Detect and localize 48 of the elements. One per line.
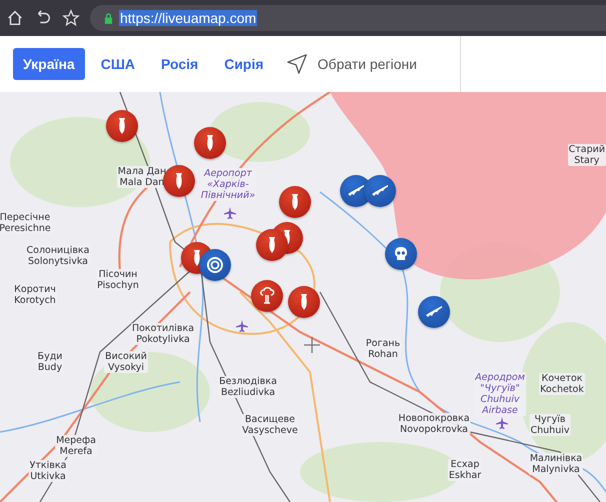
home-icon[interactable] <box>6 9 24 27</box>
place-label: Мерефа Merefa <box>55 435 97 457</box>
place-label: Кочеток Kochetok <box>539 373 585 395</box>
rifle-marker[interactable] <box>364 175 396 207</box>
place-label: Рогань Rohan <box>364 338 402 360</box>
place-label: Безлюдівка Bezliudivka <box>218 376 278 398</box>
place-label: Пересічне Peresichne <box>0 212 52 234</box>
place-label: Чугуїв Chuhuiv <box>530 414 570 436</box>
airport-label: Аеродром "Чугуїв" Chuhuiv Airbase <box>474 372 526 416</box>
place-label: Новопокровка Novopokrovka <box>397 413 471 435</box>
region-tab[interactable]: Сирія <box>214 48 274 80</box>
place-label: Високий Vysokyi <box>104 351 148 373</box>
place-label: Утківка Utkivka <box>28 460 68 482</box>
bomb-marker[interactable] <box>279 186 311 218</box>
place-label: Старий Stary <box>568 144 606 166</box>
airplane-icon <box>224 207 236 219</box>
star-icon[interactable] <box>62 9 80 27</box>
lock-icon <box>104 12 113 24</box>
url-text: https://liveuamap.com <box>119 10 258 26</box>
explosion-icon <box>257 286 277 306</box>
airplane-icon <box>236 320 248 332</box>
place-label: Есхар Eskhar <box>448 459 482 481</box>
bomb-marker[interactable] <box>256 229 288 261</box>
airport-label: Аеропорт «Харків- Північний» <box>200 168 256 201</box>
region-tab[interactable]: США <box>90 48 145 80</box>
place-label: Покотилівка Pokotylivka <box>130 323 196 345</box>
region-tab[interactable]: Україна <box>13 48 85 80</box>
airplane-icon <box>496 417 508 429</box>
region-tab[interactable]: Росія <box>151 48 208 80</box>
place-label: Пісочин Pisochyn <box>96 269 140 291</box>
place-label: Васищеве Vasyscheve <box>241 414 299 436</box>
explosion-marker[interactable] <box>251 280 283 312</box>
place-label: Мала Дан Mala Dan <box>116 166 168 188</box>
place-label: Коротич Korotych <box>13 284 57 306</box>
place-label: Буди Budy <box>36 351 64 373</box>
lifebuoy-marker[interactable] <box>199 249 231 281</box>
address-bar[interactable]: https://liveuamap.com <box>90 5 606 31</box>
rifle-marker[interactable] <box>418 296 450 328</box>
skull-marker[interactable] <box>385 238 417 270</box>
place-label: Солоницівка Solonytsivka <box>26 245 90 267</box>
bomb-marker[interactable] <box>194 127 226 159</box>
lifebuoy-icon <box>205 255 225 275</box>
choose-regions-link[interactable]: Обрати регіони <box>318 56 417 72</box>
bomb-marker[interactable] <box>106 110 138 142</box>
crosshair-icon <box>304 337 320 353</box>
navigation-arrow-icon[interactable] <box>286 53 308 75</box>
bomb-marker[interactable] <box>288 286 320 318</box>
place-label: Малинівка Malynivka <box>528 453 584 475</box>
